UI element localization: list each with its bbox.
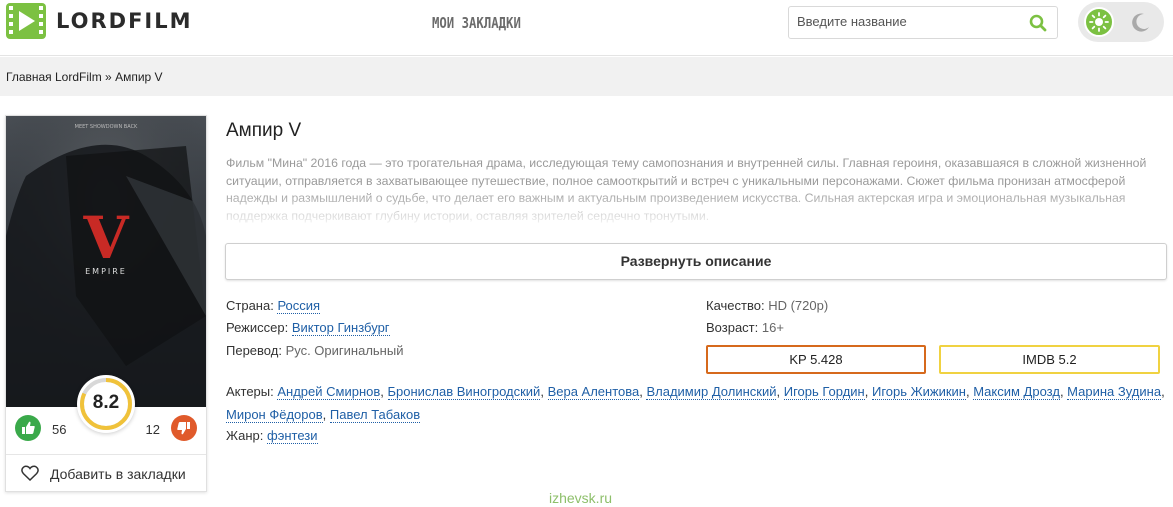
score-badge: 8.2: [77, 375, 135, 433]
theme-switch: [1078, 2, 1164, 42]
genre-link[interactable]: фэнтези: [267, 428, 318, 444]
translation-value: Рус. Оригинальный: [285, 343, 404, 358]
actor-link[interactable]: Максим Дрозд: [973, 384, 1060, 400]
actor-link[interactable]: Игорь Жижикин: [871, 384, 966, 400]
actor-link[interactable]: Марина Зудина: [1067, 384, 1162, 400]
watermark: izhevsk.ru: [549, 490, 613, 506]
poster-top-text: MEET SHOWDOWN BACK: [75, 124, 138, 130]
actors-label: Актеры:: [226, 384, 274, 399]
film-play-icon: [6, 3, 46, 39]
director-link[interactable]: Виктор Гинзбург: [291, 320, 390, 336]
genre-label: Жанр:: [226, 428, 264, 443]
site-header: LORDFILM МОИ ЗАКЛАДКИ: [0, 0, 1173, 56]
actor-link[interactable]: Владимир Долинский: [646, 384, 777, 400]
poster-card: MEET SHOWDOWN BACK V EMPIRE 56 8.2 12 До…: [5, 115, 207, 492]
description-fade: [226, 190, 1160, 226]
site-logo[interactable]: LORDFILM: [6, 3, 193, 39]
imdb-rating: IMDB 5.2: [939, 345, 1160, 374]
movie-title: Ампир V: [226, 120, 302, 141]
search-icon[interactable]: [1029, 14, 1047, 32]
poster-letter: V: [82, 204, 129, 272]
age-value: 16+: [761, 320, 784, 335]
translation-label: Перевод:: [226, 343, 282, 358]
score-value: 8.2: [92, 392, 120, 413]
kp-rating: KP 5.428: [706, 345, 926, 374]
actor-link[interactable]: Вера Алентова: [547, 384, 640, 400]
actor-link[interactable]: Андрей Смирнов: [277, 384, 381, 400]
dislike-count: 12: [145, 422, 160, 437]
bookmarks-link[interactable]: МОИ ЗАКЛАДКИ: [432, 14, 521, 32]
genre-row: Жанр: фэнтези: [226, 428, 318, 444]
breadcrumb-bar: Главная LordFilm » Ампир V: [0, 57, 1173, 96]
quality-value: HD (720p): [768, 298, 829, 313]
add-bookmark-label: Добавить в закладки: [50, 466, 186, 482]
director-label: Режиссер:: [226, 320, 289, 335]
like-count: 56: [52, 422, 67, 437]
actor-link[interactable]: Мирон Фёдоров: [226, 407, 323, 423]
heart-icon: [21, 465, 39, 481]
thumbs-down-icon[interactable]: [171, 415, 197, 441]
breadcrumb-separator: »: [105, 70, 112, 84]
country-link[interactable]: Россия: [277, 298, 321, 314]
expand-description-button[interactable]: Развернуть описание: [225, 243, 1167, 280]
director-row: Режиссер: Виктор Гинзбург: [226, 320, 390, 336]
age-label: Возраст:: [706, 320, 759, 335]
actor-link[interactable]: Павел Табаков: [329, 407, 421, 423]
breadcrumb-home[interactable]: Главная LordFilm: [6, 70, 102, 84]
poster-caption: EMPIRE: [85, 267, 127, 276]
add-bookmark-button[interactable]: Добавить в закладки: [6, 454, 206, 492]
search-box: [788, 6, 1058, 39]
translation-row: Перевод: Рус. Оригинальный: [226, 343, 403, 358]
rating-row: 56 8.2 12: [6, 375, 206, 452]
search-input[interactable]: [797, 14, 1017, 29]
country-label: Страна:: [226, 298, 274, 313]
movie-poster[interactable]: MEET SHOWDOWN BACK V EMPIRE: [6, 116, 206, 407]
breadcrumb: Главная LordFilm » Ампир V: [6, 70, 163, 84]
actors-row: Актеры: Андрей Смирнов, Бронислав Виногр…: [226, 384, 1165, 423]
breadcrumb-current: Ампир V: [115, 70, 163, 84]
thumbs-up-icon[interactable]: [15, 415, 41, 441]
quality-label: Качество:: [706, 298, 765, 313]
actor-link[interactable]: Бронислав Виногродский: [387, 384, 541, 400]
quality-row: Качество: HD (720p): [706, 298, 828, 313]
moon-icon[interactable]: [1130, 11, 1152, 33]
sun-icon[interactable]: [1084, 7, 1114, 37]
actor-link[interactable]: Игорь Гордин: [783, 384, 865, 400]
country-row: Страна: Россия: [226, 298, 321, 314]
age-row: Возраст: 16+: [706, 320, 784, 335]
logo-text: LORDFILM: [56, 9, 193, 33]
